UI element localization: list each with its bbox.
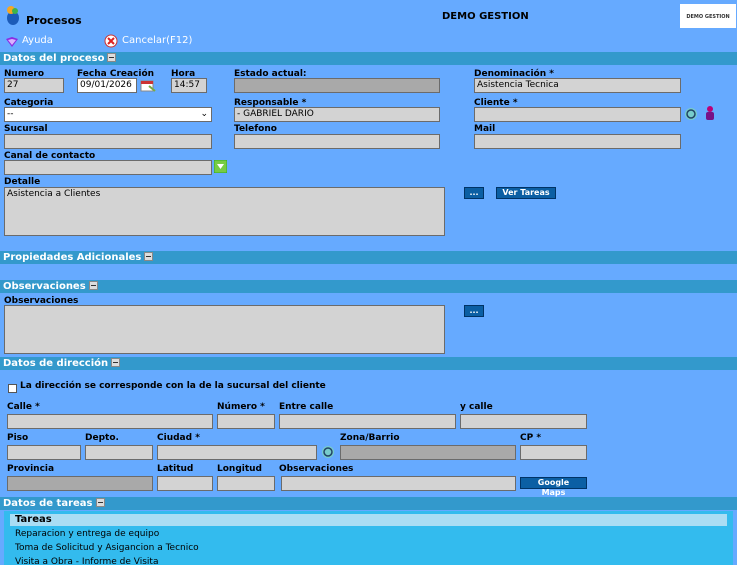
depto-field[interactable] [85, 445, 153, 460]
center-title: DEMO GESTION [442, 11, 529, 22]
section-observaciones-title: Observaciones [3, 281, 86, 292]
latitud-field[interactable] [157, 476, 213, 491]
latitud-label: Latitud [157, 464, 194, 474]
list-item[interactable]: Reparacion y entrega de equipo [15, 529, 159, 540]
collapse-icon[interactable] [107, 53, 117, 62]
entre-calle-label: Entre calle [279, 402, 334, 412]
mail-label: Mail [474, 124, 496, 134]
refresh-globe-icon[interactable] [321, 445, 335, 459]
brand-logo: DEMO GESTION [680, 4, 736, 28]
ciudad-field[interactable] [157, 445, 317, 460]
numero-field[interactable]: 27 [4, 78, 64, 93]
y-calle-label: y calle [460, 402, 493, 412]
same-address-checkbox[interactable] [8, 384, 17, 393]
app-logo-icon [6, 5, 20, 25]
tasks-panel: Tareas Reparacion y entrega de equipo To… [4, 511, 733, 565]
categoria-select[interactable]: -- ⌄ [4, 107, 212, 122]
cp-label: CP * [520, 433, 542, 443]
section-datos-proceso[interactable]: Datos del proceso [0, 52, 737, 65]
detalle-label: Detalle [4, 177, 41, 187]
section-tareas[interactable]: Datos de tareas [0, 497, 737, 510]
help-book-icon [5, 36, 19, 48]
telefono-field[interactable] [234, 134, 440, 149]
mail-field[interactable] [474, 134, 681, 149]
zona-field [340, 445, 516, 460]
tasks-header: Tareas [10, 514, 727, 526]
chevron-down-icon: ⌄ [200, 109, 208, 119]
cliente-field[interactable] [474, 107, 681, 122]
canal-field[interactable] [4, 160, 212, 175]
refresh-globe-icon[interactable] [684, 107, 698, 121]
collapse-icon[interactable] [88, 281, 98, 290]
numero-dir-label: Número * [217, 402, 265, 412]
filter-icon[interactable] [213, 159, 228, 174]
collapse-icon[interactable] [111, 358, 121, 367]
y-calle-field[interactable] [460, 414, 587, 429]
ciudad-label: Ciudad * [157, 433, 200, 443]
section-datos-proceso-title: Datos del proceso [3, 53, 105, 64]
piso-field[interactable] [7, 445, 81, 460]
section-direccion-title: Datos de dirección [3, 358, 109, 369]
observaciones-dots-button[interactable]: ... [464, 305, 484, 317]
entre-calle-field[interactable] [279, 414, 456, 429]
section-direccion[interactable]: Datos de dirección [0, 357, 737, 370]
responsable-field[interactable]: - GABRIEL DARIO [234, 107, 440, 122]
categoria-value: -- [7, 109, 14, 119]
ver-tareas-button[interactable]: Ver Tareas [496, 187, 556, 199]
fecha-field[interactable]: 09/01/2026 [77, 78, 137, 93]
brand-logo-text: DEMO GESTION [686, 14, 730, 20]
observaciones-textarea[interactable] [4, 305, 445, 354]
header-bar: Procesos DEMO GESTION DEMO GESTION [0, 0, 737, 31]
calle-field[interactable] [7, 414, 213, 429]
same-address-label: La dirección se corresponde con la de la… [20, 381, 326, 391]
list-item[interactable]: Visita a Obra - Informe de Visita [15, 557, 158, 565]
observaciones-dir-label: Observaciones [279, 464, 354, 474]
section-propiedades-title: Propiedades Adicionales [3, 252, 142, 263]
sucursal-field[interactable] [4, 134, 212, 149]
collapse-icon[interactable] [95, 498, 105, 507]
help-label: Ayuda [22, 35, 53, 46]
estado-field [234, 78, 440, 93]
section-propiedades[interactable]: Propiedades Adicionales [0, 251, 737, 264]
section-observaciones[interactable]: Observaciones [0, 280, 737, 293]
section-tareas-title: Datos de tareas [3, 498, 93, 509]
calle-label: Calle * [7, 402, 40, 412]
hora-field[interactable]: 14:57 [171, 78, 207, 93]
app-title: Procesos [26, 14, 82, 27]
tasks-header-label: Tareas [15, 514, 52, 525]
collapse-icon[interactable] [144, 252, 154, 261]
telefono-label: Telefono [234, 124, 277, 134]
provincia-field[interactable] [7, 476, 153, 491]
cancel-icon [104, 34, 118, 48]
list-item[interactable]: Toma de Solicitud y Asigancion a Tecnico [15, 543, 199, 554]
piso-label: Piso [7, 433, 29, 443]
longitud-field[interactable] [217, 476, 275, 491]
user-icon[interactable] [704, 105, 716, 121]
google-maps-button[interactable]: Google Maps [520, 477, 587, 497]
detalle-dots-button[interactable]: ... [464, 187, 484, 199]
observaciones-dir-field[interactable] [281, 476, 516, 491]
longitud-label: Longitud [217, 464, 263, 474]
denominacion-field[interactable]: Asistencia Tecnica [474, 78, 681, 93]
sucursal-label: Sucursal [4, 124, 48, 134]
zona-label: Zona/Barrio [340, 433, 400, 443]
calendar-icon[interactable] [140, 78, 156, 93]
depto-label: Depto. [85, 433, 119, 443]
detalle-textarea[interactable]: Asistencia a Clientes [4, 187, 445, 236]
cp-field[interactable] [520, 445, 587, 460]
provincia-label: Provincia [7, 464, 55, 474]
cancel-label: Cancelar(F12) [122, 35, 193, 46]
numero-dir-field[interactable] [217, 414, 275, 429]
